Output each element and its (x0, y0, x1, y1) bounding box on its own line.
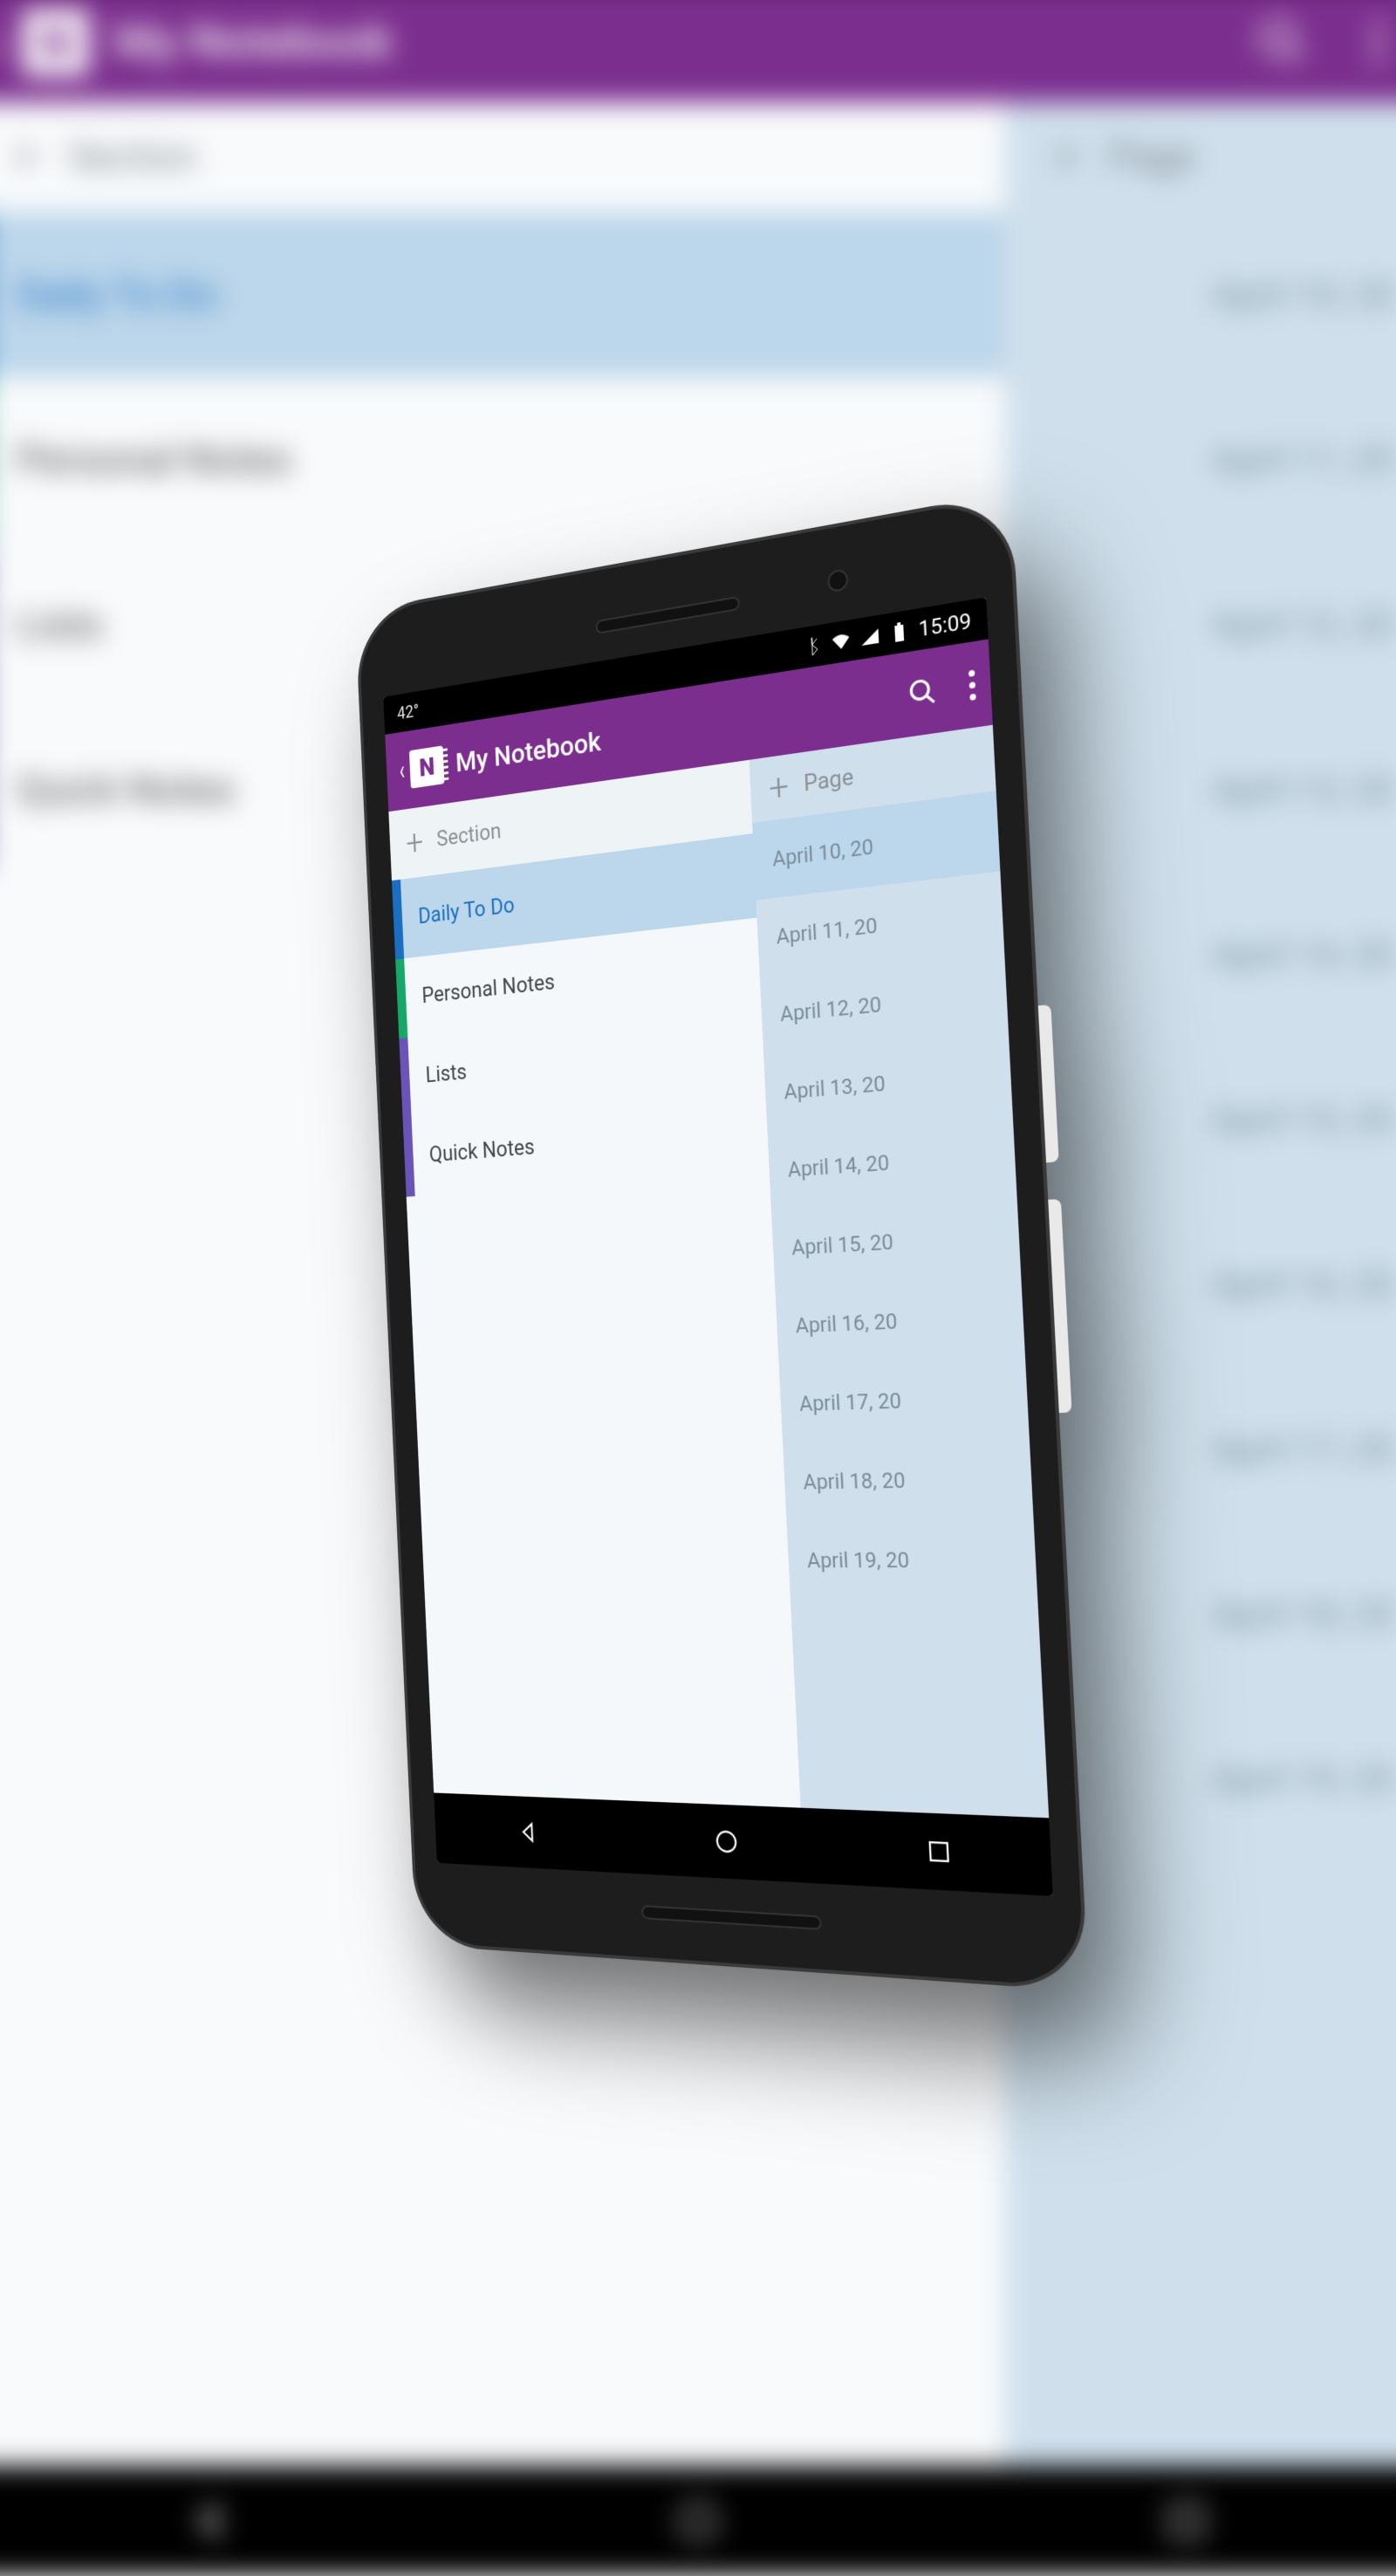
page-label: April 10, 20 (772, 834, 874, 872)
section-label: Lists (425, 1059, 467, 1088)
bg-back-icon: ‹ (0, 12, 6, 72)
wifi-icon (831, 629, 852, 654)
phone-mockup: 42° 15:09 ‹ N My Notebook (340, 550, 1056, 1963)
page-item[interactable]: April 15, 20 (771, 1195, 1021, 1288)
page-label: April 14, 20 (787, 1150, 890, 1182)
page-label: April 17, 20 (798, 1388, 901, 1416)
status-time: 15:09 (918, 608, 972, 642)
page-label: April 11, 20 (776, 913, 878, 949)
section-label: Personal Notes (421, 969, 556, 1009)
bg-app-logo: N (23, 10, 89, 76)
bluetooth-icon (802, 634, 823, 659)
bg-nav-home-icon (673, 2496, 724, 2547)
notebook-title: My Notebook (455, 724, 601, 778)
overflow-menu-button[interactable] (967, 669, 977, 701)
page-item[interactable]: April 19, 20 (787, 1519, 1038, 1600)
bg-app-title: My Notebook (114, 16, 393, 69)
page-label: April 15, 20 (791, 1230, 894, 1260)
bg-search-icon (1255, 15, 1310, 70)
sections-column: + Section Daily To Do Personal Notes Lists… (388, 760, 801, 1808)
bg-nav-recent-icon (1161, 2496, 1213, 2547)
page-item[interactable]: April 17, 20 (779, 1356, 1030, 1443)
bg-nav-back-icon (184, 2496, 236, 2547)
page-label: April 13, 20 (784, 1071, 886, 1104)
page-label: April 19, 20 (806, 1547, 910, 1572)
nav-recent-button[interactable] (923, 1835, 955, 1867)
add-section-label: Section (436, 819, 502, 853)
page-label: April 16, 20 (795, 1309, 898, 1339)
battery-icon (888, 620, 910, 645)
plus-icon: + (405, 821, 424, 864)
search-button[interactable] (907, 675, 938, 709)
add-page-label: Page (803, 764, 854, 797)
page-label: April 12, 20 (779, 992, 881, 1027)
section-label: Quick Notes (428, 1134, 535, 1168)
nav-back-button[interactable] (516, 1818, 543, 1848)
nav-home-button[interactable] (712, 1826, 741, 1858)
page-item[interactable]: April 16, 20 (776, 1275, 1025, 1365)
section-label: Daily To Do (418, 893, 516, 929)
onenote-logo-icon: N (409, 745, 445, 788)
signal-icon (859, 625, 881, 649)
plus-icon: + (768, 764, 790, 811)
phone-screen: 42° 15:09 ‹ N My Notebook (383, 597, 1052, 1896)
bg-more-icon (1351, 15, 1396, 70)
page-label: April 18, 20 (803, 1468, 906, 1495)
page-item[interactable]: April 18, 20 (783, 1438, 1033, 1522)
back-button[interactable]: ‹ (399, 754, 406, 788)
